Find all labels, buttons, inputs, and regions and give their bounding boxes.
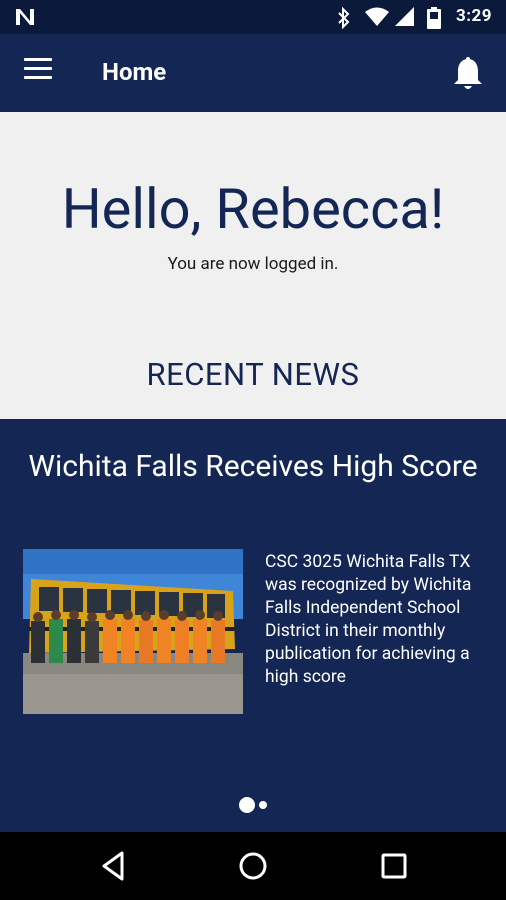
news-photo[interactable] [23, 549, 243, 714]
pager-dot-active[interactable] [239, 796, 255, 813]
status-time: 3:29 [455, 6, 492, 26]
status-bar: 3:29 [0, 0, 506, 34]
carousel-pager [0, 794, 506, 813]
news-headline[interactable]: Wichita Falls Receives High Score [20, 447, 486, 487]
news-summary[interactable]: CSC 3025 Wichita Falls TX was recognized… [265, 551, 487, 689]
hamburger-menu-icon[interactable] [24, 58, 56, 88]
system-nav-bar [0, 832, 506, 900]
cellular-signal-icon [395, 7, 414, 26]
news-carousel[interactable]: Wichita Falls Receives High Score CSC 30… [0, 419, 506, 832]
app-bar: Home [0, 34, 506, 112]
back-icon[interactable] [94, 848, 134, 884]
page-title: Home [102, 58, 167, 86]
bluetooth-icon [338, 7, 350, 29]
pager-dot[interactable] [259, 800, 267, 809]
welcome-section: Hello, Rebecca! You are now logged in. R… [0, 112, 506, 419]
news-summary-text: CSC 3025 Wichita Falls TX was recognized… [265, 552, 472, 687]
bell-icon[interactable] [452, 56, 484, 92]
wifi-icon [365, 7, 389, 26]
login-status-text: You are now logged in. [167, 254, 339, 274]
recents-icon[interactable] [374, 848, 414, 884]
notification-n-icon [16, 9, 34, 25]
battery-icon [427, 7, 441, 29]
greeting-heading: Hello, Rebecca! [61, 176, 445, 242]
recent-news-heading: RECENT NEWS [146, 356, 360, 393]
home-icon[interactable] [233, 848, 273, 884]
